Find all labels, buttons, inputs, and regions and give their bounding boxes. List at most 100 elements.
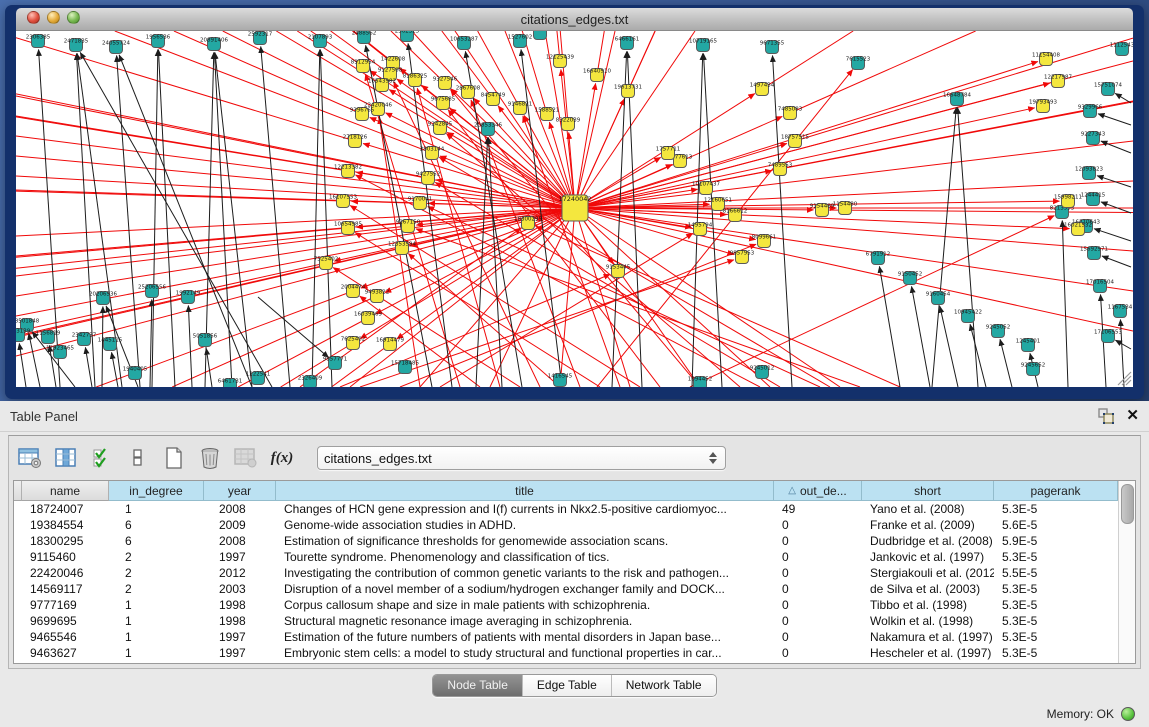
network-edge[interactable] bbox=[400, 244, 756, 387]
network-node[interactable]: 2004474 bbox=[341, 285, 366, 298]
network-node[interactable]: 1497434 bbox=[750, 83, 775, 96]
new-table-icon[interactable] bbox=[161, 445, 187, 471]
column-header-year[interactable]: year bbox=[204, 481, 276, 501]
network-edge[interactable] bbox=[215, 52, 252, 387]
network-node[interactable]: 2107893 bbox=[308, 35, 333, 48]
network-edge[interactable] bbox=[822, 210, 1133, 213]
tab-network-table[interactable]: Network Table bbox=[612, 675, 716, 696]
table-cell[interactable]: 1997 bbox=[204, 629, 276, 645]
table-cell[interactable]: 2009 bbox=[204, 517, 276, 533]
network-edge[interactable] bbox=[448, 110, 660, 387]
table-cell[interactable]: 1998 bbox=[204, 613, 276, 629]
delete-table-icon[interactable] bbox=[197, 445, 223, 471]
network-edge[interactable] bbox=[119, 55, 252, 387]
table-cell[interactable]: Stergiakouli et al. (2012) bbox=[862, 565, 994, 581]
table-row[interactable]: 969969511998Structural magnetic resonanc… bbox=[14, 613, 1118, 629]
network-node[interactable]: 15718485 bbox=[391, 361, 419, 374]
table-cell[interactable]: 1997 bbox=[204, 549, 276, 565]
table-cell[interactable]: 6 bbox=[109, 517, 204, 533]
network-edge[interactable] bbox=[223, 31, 378, 109]
network-node[interactable]: 11154408 bbox=[1032, 53, 1060, 66]
network-node[interactable]: 8186325 bbox=[403, 74, 428, 87]
table-cell[interactable]: 2008 bbox=[204, 501, 276, 517]
table-row[interactable]: 1456911722003Disruption of a novel membe… bbox=[14, 581, 1118, 597]
minimize-window-button[interactable] bbox=[47, 11, 60, 24]
table-cell[interactable]: 22420046 bbox=[22, 565, 109, 581]
table-cell[interactable]: 0 bbox=[774, 645, 862, 661]
column-header-out_de...[interactable]: △out_de... bbox=[774, 481, 862, 501]
network-node[interactable]: 9160454 bbox=[926, 292, 951, 305]
network-node[interactable]: 6466161 bbox=[615, 37, 640, 50]
tab-node-table[interactable]: Node Table bbox=[433, 675, 523, 696]
network-node[interactable]: 20206536 bbox=[89, 292, 117, 305]
network-node[interactable]: 2471835 bbox=[64, 39, 89, 52]
network-edge[interactable] bbox=[575, 108, 1035, 208]
network-edge[interactable] bbox=[940, 306, 958, 387]
table-cell[interactable]: Embryonic stem cells: a model to study s… bbox=[276, 645, 774, 661]
table-cell[interactable]: 1998 bbox=[204, 597, 276, 613]
table-cell[interactable]: 9465546 bbox=[22, 629, 109, 645]
network-node[interactable]: 9267150 bbox=[396, 220, 421, 233]
select-attributes-icon[interactable] bbox=[89, 445, 115, 471]
network-node[interactable]: 1112543 bbox=[1110, 43, 1133, 56]
table-cell[interactable]: 9777169 bbox=[22, 597, 109, 613]
network-edge[interactable] bbox=[692, 53, 703, 387]
network-node[interactable]: 16640910 bbox=[583, 69, 611, 82]
network-node[interactable]: 1244415 bbox=[1081, 193, 1106, 206]
network-edge[interactable] bbox=[575, 31, 655, 208]
network-node[interactable]: 16648784 bbox=[943, 93, 971, 106]
close-window-button[interactable] bbox=[27, 11, 40, 24]
network-node[interactable]: 16914479 bbox=[376, 338, 404, 351]
network-edge[interactable] bbox=[16, 248, 402, 337]
network-edge[interactable] bbox=[206, 348, 212, 387]
network-node[interactable]: 1992149 bbox=[176, 291, 201, 304]
network-edge[interactable] bbox=[575, 208, 770, 387]
network-node[interactable]: 9227343 bbox=[1081, 132, 1106, 145]
table-cell[interactable]: 1 bbox=[109, 629, 204, 645]
table-cell[interactable]: 5.3E-5 bbox=[994, 597, 1118, 613]
table-row[interactable]: 977716911998Corpus callosum shape and si… bbox=[14, 597, 1118, 613]
network-node[interactable]: 12217987 bbox=[1044, 75, 1072, 88]
network-edge[interactable] bbox=[102, 306, 103, 387]
table-row[interactable]: 1938455462009Genome-wide association stu… bbox=[14, 517, 1118, 533]
table-cell[interactable]: 49 bbox=[774, 501, 862, 517]
network-edge[interactable] bbox=[16, 208, 575, 276]
network-node[interactable]: 9245052 bbox=[986, 325, 1011, 338]
table-cell[interactable]: Corpus callosum shape and size in male p… bbox=[276, 597, 774, 613]
network-node[interactable]: 9857953 bbox=[730, 251, 755, 264]
network-edge[interactable] bbox=[258, 297, 329, 357]
network-node[interactable]: 19793493 bbox=[1029, 100, 1057, 113]
table-cell[interactable]: 18724007 bbox=[22, 501, 109, 517]
table-cell[interactable]: 9115460 bbox=[22, 549, 109, 565]
network-edge[interactable] bbox=[795, 38, 1133, 141]
network-edge[interactable] bbox=[879, 266, 900, 387]
network-edge[interactable] bbox=[912, 286, 930, 387]
network-edge[interactable] bbox=[703, 53, 722, 387]
network-edge[interactable] bbox=[1098, 114, 1131, 125]
table-cell[interactable]: 2 bbox=[109, 581, 204, 597]
table-cell[interactable]: 18300295 bbox=[22, 533, 109, 549]
table-cell[interactable]: 0 bbox=[774, 565, 862, 581]
network-edge[interactable] bbox=[575, 83, 596, 208]
network-edge[interactable] bbox=[790, 31, 976, 113]
network-node[interactable]: 1094452 bbox=[688, 377, 713, 388]
network-node[interactable]: 7615523 bbox=[846, 57, 871, 70]
table-row[interactable]: 1830029562008Estimation of significance … bbox=[14, 533, 1118, 549]
table-cell[interactable]: 9699695 bbox=[22, 613, 109, 629]
network-edge[interactable] bbox=[575, 208, 700, 387]
table-scrollbar-thumb[interactable] bbox=[1121, 484, 1134, 524]
table-cell[interactable]: 5.3E-5 bbox=[994, 549, 1118, 565]
table-cell[interactable]: Changes of HCN gene expression and I(f) … bbox=[276, 501, 774, 517]
network-node[interactable]: 8454749 bbox=[481, 93, 506, 106]
close-panel-icon[interactable]: ✕ bbox=[1126, 408, 1139, 424]
table-cell[interactable]: 2 bbox=[109, 565, 204, 581]
network-node[interactable]: 2803144 bbox=[420, 147, 445, 160]
network-edge[interactable] bbox=[575, 143, 787, 208]
table-cell[interactable]: 5.6E-5 bbox=[994, 517, 1118, 533]
table-cell[interactable]: 5.3E-5 bbox=[994, 581, 1118, 597]
network-node[interactable]: 1167534 bbox=[1108, 305, 1133, 318]
table-cell[interactable]: Jankovic et al. (1997) bbox=[862, 549, 994, 565]
network-edge[interactable] bbox=[1115, 93, 1131, 103]
network-node[interactable]: 9153445 bbox=[606, 265, 631, 278]
network-graph[interactable]: 2306385247183524055724195653620891406259… bbox=[16, 31, 1133, 387]
